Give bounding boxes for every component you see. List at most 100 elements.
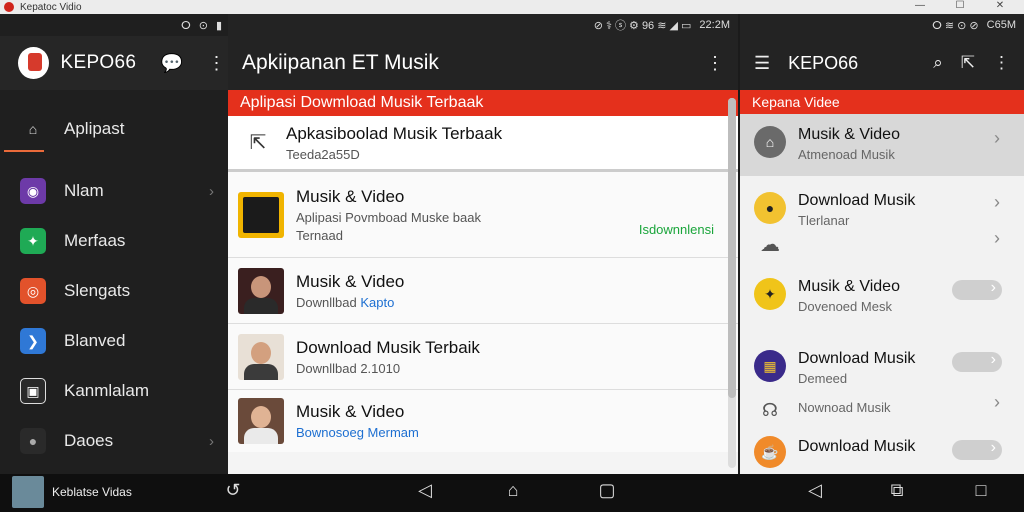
sidebar-item-blanved[interactable]: ❯ Blanved <box>0 316 228 366</box>
item-subtitle: Dovenoed Mesk <box>798 299 892 314</box>
avatar <box>238 398 284 444</box>
item-title: Musik & Video <box>296 402 405 421</box>
list-item[interactable]: Download Musik Terbaik Downllbad 2.1010 <box>228 324 738 390</box>
item-title: Musik & Video <box>296 271 405 291</box>
scrollbar[interactable] <box>728 98 736 468</box>
search-icon[interactable]: ⌕ <box>933 53 943 73</box>
toggle-switch[interactable] <box>952 279 1002 300</box>
status-icon: ⵔ <box>180 19 191 32</box>
top-bar: ⵔ ≋ ⊙ ⊘ C65M ☰ KEPO66 ⌕ ⇱ ⋮ <box>740 14 1024 90</box>
item-title: Download Musik Terbaik <box>296 337 480 357</box>
scrollbar-thumb[interactable] <box>728 98 736 398</box>
item-title: Download Musik <box>798 192 916 209</box>
home-icon[interactable]: ⌂ <box>498 480 528 501</box>
minimize-button[interactable]: — <box>900 0 940 14</box>
status-bar: ⵔ ⊙ ▮ <box>0 14 228 36</box>
toggle-switch[interactable] <box>952 351 1002 372</box>
square-icon[interactable]: □ <box>966 480 996 501</box>
back-icon[interactable]: ↺ <box>218 480 248 501</box>
status-bar: ⊘ ⚕ ⓢ ⚙ 96 ≋ ◢ ▭ 22:2M <box>228 14 738 36</box>
window-title: Kepatoc Vidio <box>20 1 82 13</box>
recents-icon[interactable]: ⧉ <box>882 480 912 501</box>
disc-icon: ● <box>20 428 46 454</box>
chevron-right-icon: › <box>994 128 1000 148</box>
avatar <box>238 333 284 380</box>
list-item[interactable]: Musik & Video Downllbad Kapto <box>228 258 738 324</box>
chevron-right-icon: › <box>994 192 1000 212</box>
app-bar: KEPO66 💬 ⋮ <box>0 36 228 90</box>
camera-icon: ◉ <box>20 178 46 204</box>
featured-item[interactable]: ⇱ Apkasiboolad Musik Terbaak Teeda2a55D <box>228 116 738 172</box>
item-title: Musik & Video <box>296 186 405 206</box>
twitter-icon: ✦ <box>754 278 786 310</box>
list-item[interactable]: ☁ › <box>740 228 1024 264</box>
item-subtitle: Downllbad 2.1010 <box>296 360 401 376</box>
toggle-switch[interactable] <box>952 439 1002 460</box>
list-item[interactable]: ● Download Musik Tlerlanar › <box>740 176 1024 228</box>
sidebar-item-label: Daoes <box>64 431 114 450</box>
folder-icon: ⌂ <box>28 121 38 137</box>
sidebar-item-slengats[interactable]: ◎ Slengats <box>0 266 228 316</box>
home-icon: ⌂ <box>754 126 786 158</box>
sidebar-item-kanmlalam[interactable]: ▣ Kanmlalam <box>0 366 228 416</box>
cloud-icon: ☁ <box>760 233 780 256</box>
sidebar-item-label: Nlam <box>64 181 104 200</box>
list-item[interactable]: ✦ Musik & Video Dovenoed Mesk <box>740 264 1024 340</box>
list-item[interactable]: ▦ Download Musik Demeed <box>740 340 1024 386</box>
sidebar-item-label: Merfaas <box>64 231 126 250</box>
sidebar-item-label: Slengats <box>64 281 131 300</box>
app-logo <box>18 47 49 79</box>
avatar <box>12 476 44 508</box>
share-icon: ⇱ <box>249 132 267 154</box>
app-thumbnail <box>238 191 284 238</box>
podcast-icon: ◎ <box>20 278 46 304</box>
status-time: 22:2M <box>699 19 730 31</box>
download-badge[interactable]: Isdownnlensi <box>639 222 714 237</box>
sidebar-item-nlam[interactable]: ◉ Nlam › <box>0 166 228 216</box>
back-triangle-icon[interactable]: ◁ <box>800 480 830 501</box>
app-bar: ☰ KEPO66 ⌕ ⇱ ⋮ <box>740 36 1024 90</box>
list-item[interactable]: ☕ Download Musik <box>740 426 1024 468</box>
status-time: C65M <box>986 19 1016 31</box>
item-subtitle: Atmenoad Musik <box>798 147 895 162</box>
sidebar-item-daoes[interactable]: ● Daoes › <box>0 416 228 466</box>
brand-name: KEPO66 <box>60 52 137 73</box>
chevron-right-icon: › <box>994 392 1000 412</box>
status-bar: ⵔ ≋ ⊙ ⊘ C65M <box>740 14 1024 36</box>
item-subtitle: Bownosoeg Mermam <box>296 425 419 440</box>
list-item-selected[interactable]: ⌂ Musik & Video Atmenoad Musik › <box>740 114 1024 176</box>
sidebar-item-aplipast[interactable]: ⌂ Aplipast <box>0 104 228 154</box>
list-item[interactable]: Musik & Video Aplipasi Povmboad Muske ba… <box>228 172 738 258</box>
more-vert-icon[interactable]: ⋮ <box>706 53 724 74</box>
list-item[interactable]: Musik & Video Bownosoeg Mermam <box>228 390 738 452</box>
section-banner: Aplipasi Dowmload Musik Terbaak <box>228 90 738 116</box>
user-icon: ● <box>754 192 786 224</box>
maximize-button[interactable]: ☐ <box>940 0 980 14</box>
back-triangle-icon[interactable]: ◁ <box>410 480 440 501</box>
close-button[interactable]: ✕ <box>980 0 1020 14</box>
gallery-icon: ▣ <box>20 378 46 404</box>
more-vert-icon[interactable]: ⋮ <box>993 53 1010 73</box>
item-subtitle: Demeed <box>798 371 848 386</box>
share-icon[interactable]: ⇱ <box>961 53 975 73</box>
grid-icon: ▦ <box>754 350 786 382</box>
app-title: KEPO66 <box>788 52 859 73</box>
chat-icon[interactable]: 💬 <box>160 53 183 74</box>
featured-title: Apkasiboolad Musik Terbaak <box>286 123 503 143</box>
caption: Keblatse Vidas <box>52 485 132 499</box>
window-titlebar: Kepatoc Vidio — ☐ ✕ <box>0 0 1024 14</box>
more-vert-icon[interactable]: ⋮ <box>205 53 228 74</box>
item-title: Download Musik <box>798 438 916 455</box>
app-icon <box>4 2 14 12</box>
avatar <box>238 267 284 314</box>
page-title: Apkiipanan ET Musik <box>242 51 439 74</box>
twitter-icon: ✦ <box>20 228 46 254</box>
chevron-right-icon: › <box>209 432 214 450</box>
chevron-right-icon: › <box>209 182 214 200</box>
item-title: Download Musik <box>798 350 916 367</box>
recents-icon[interactable]: ▢ <box>592 480 622 501</box>
hamburger-menu-icon[interactable]: ☰ <box>754 53 770 74</box>
list-item[interactable]: ☊ Nownoad Musik › <box>740 386 1024 426</box>
chevron-right-icon: › <box>994 228 1000 248</box>
sidebar-item-merfaas[interactable]: ✦ Merfaas <box>0 216 228 266</box>
